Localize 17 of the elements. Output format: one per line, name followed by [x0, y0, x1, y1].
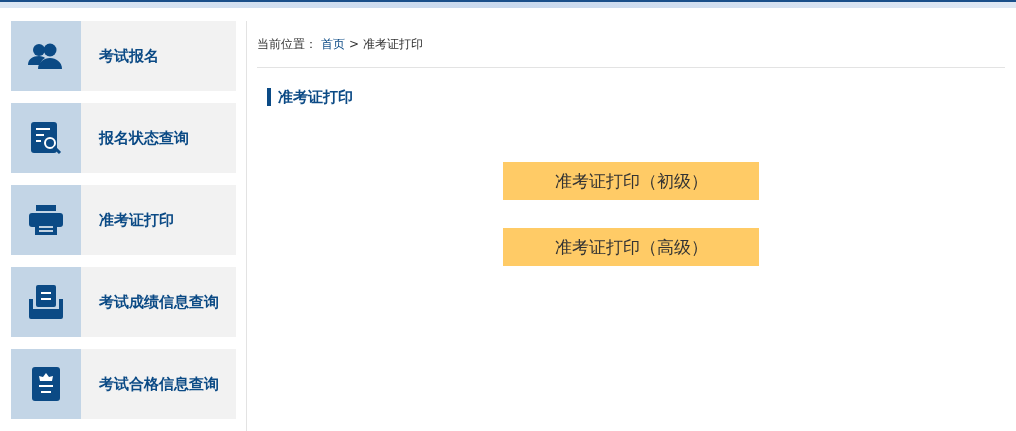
section-title: 准考证打印 — [267, 88, 1005, 106]
breadcrumb-link[interactable]: 首页 — [321, 35, 345, 53]
breadcrumb-prefix: 当前位置： — [257, 35, 317, 53]
breadcrumb-separator: > — [349, 37, 360, 51]
sidebar-item[interactable]: 准考证打印 — [81, 185, 236, 255]
sidebar-item[interactable]: 考试成绩信息查询 — [81, 267, 236, 337]
people-icon — [28, 41, 64, 71]
sidebar-item[interactable]: 考试报名 — [81, 21, 236, 91]
sidebar-item[interactable]: 考试合格信息查询 — [81, 349, 236, 419]
breadcrumb-current: 准考证打印 — [363, 35, 424, 53]
print-button[interactable]: 准考证打印（高级） — [503, 228, 759, 266]
document-search-icon — [30, 121, 62, 155]
sidebar-item[interactable]: 报名状态查询 — [81, 103, 236, 173]
certificate-icon — [32, 367, 60, 401]
print-button[interactable]: 准考证打印（初级） — [503, 162, 759, 200]
tray-icon — [29, 285, 63, 319]
printer-icon — [29, 205, 63, 235]
